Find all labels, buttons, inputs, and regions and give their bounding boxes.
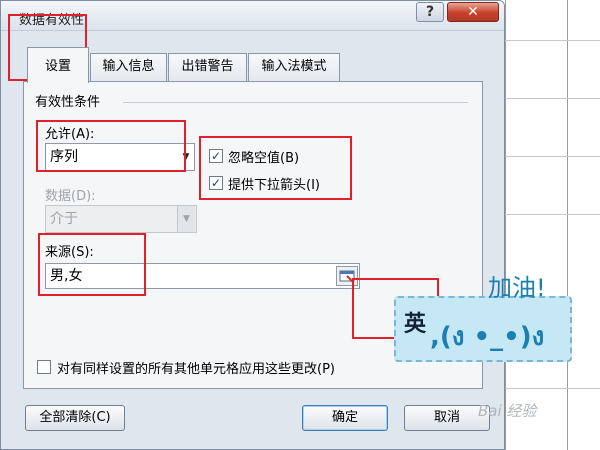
close-button[interactable]: ✕ (447, 2, 499, 22)
tab-settings[interactable]: 设置 (27, 47, 89, 83)
group-divider (123, 102, 468, 103)
apply-all-checkbox[interactable] (37, 360, 51, 374)
ok-button[interactable]: 确定 (302, 405, 388, 431)
grid-line (505, 40, 600, 41)
sticker-char: 英 (404, 312, 427, 337)
tab-ime-mode[interactable]: 输入法模式 (248, 53, 340, 81)
watermark: Bai 经验 (478, 402, 537, 420)
sticker-face-text: ,(ง •_•)ง (430, 322, 545, 352)
grid-line (505, 0, 506, 450)
sticker-top-text: 加油! (488, 274, 546, 302)
grid-line (567, 0, 568, 450)
clear-all-button[interactable]: 全部清除(C) (25, 405, 125, 431)
data-label: 数据(D): (45, 189, 96, 204)
annotation-box-allow (36, 120, 186, 172)
data-select-value: 介于 (50, 211, 78, 227)
grid-line (505, 98, 600, 99)
help-button[interactable]: ? (416, 2, 444, 22)
grid-line (505, 156, 600, 157)
annotation-box-checkboxes (199, 136, 352, 200)
data-select: 介于 ▼ (45, 205, 197, 233)
tab-error-alert[interactable]: 出错警告 (168, 53, 247, 81)
annotation-box-source (38, 233, 146, 296)
apply-all-label: 对有同样设置的所有其他单元格应用这些更改(P) (57, 362, 335, 377)
data-validation-dialog: 数据有效性 ? ✕ 设置 输入信息 出错警告 输入法模式 有效性条件 允许(A)… (0, 0, 505, 450)
validation-criteria-label: 有效性条件 (35, 95, 101, 110)
chevron-down-icon: ▼ (177, 206, 195, 232)
grid-line (505, 214, 600, 215)
grid-line (505, 388, 600, 389)
tab-input-message[interactable]: 输入信息 (90, 53, 167, 81)
